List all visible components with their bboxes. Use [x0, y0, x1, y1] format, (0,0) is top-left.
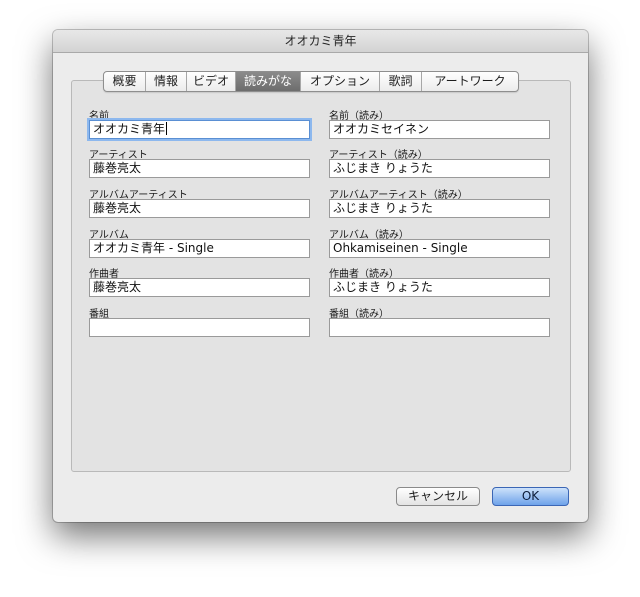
show-field[interactable] — [89, 318, 310, 337]
tab-lyrics[interactable]: 歌詞 — [380, 72, 422, 91]
text-caret — [166, 122, 168, 135]
name-value: オオカミ青年 — [93, 122, 166, 136]
cancel-button[interactable]: キャンセル — [396, 487, 480, 506]
album-field[interactable]: オオカミ青年 - Single — [89, 239, 310, 258]
album-reading-field[interactable]: Ohkamiseinen - Single — [329, 239, 550, 258]
tab-info[interactable]: 情報 — [146, 72, 187, 91]
show-reading-field[interactable] — [329, 318, 550, 337]
artist-field[interactable]: 藤巻亮太 — [89, 159, 310, 178]
artist-reading-field[interactable]: ふじまき りょうた — [329, 159, 550, 178]
tab-artwork[interactable]: アートワーク — [422, 72, 518, 91]
tab-summary[interactable]: 概要 — [104, 72, 146, 91]
tab-video[interactable]: ビデオ — [187, 72, 236, 91]
tab-bar: 概要 情報 ビデオ 読みがな オプション 歌詞 アートワーク — [103, 71, 519, 92]
window-title: オオカミ青年 — [53, 30, 588, 53]
tab-sorting[interactable]: 読みがな — [236, 72, 301, 91]
name-field[interactable]: オオカミ青年 — [89, 120, 310, 139]
tab-options[interactable]: オプション — [301, 72, 380, 91]
ok-button[interactable]: OK — [492, 487, 569, 506]
album-artist-field[interactable]: 藤巻亮太 — [89, 199, 310, 218]
composer-field[interactable]: 藤巻亮太 — [89, 278, 310, 297]
composer-reading-field[interactable]: ふじまき りょうた — [329, 278, 550, 297]
name-reading-field[interactable]: オオカミセイネン — [329, 120, 550, 139]
info-dialog: オオカミ青年 概要 情報 ビデオ 読みがな オプション 歌詞 アートワーク 名前… — [53, 30, 588, 522]
album-artist-reading-field[interactable]: ふじまき りょうた — [329, 199, 550, 218]
